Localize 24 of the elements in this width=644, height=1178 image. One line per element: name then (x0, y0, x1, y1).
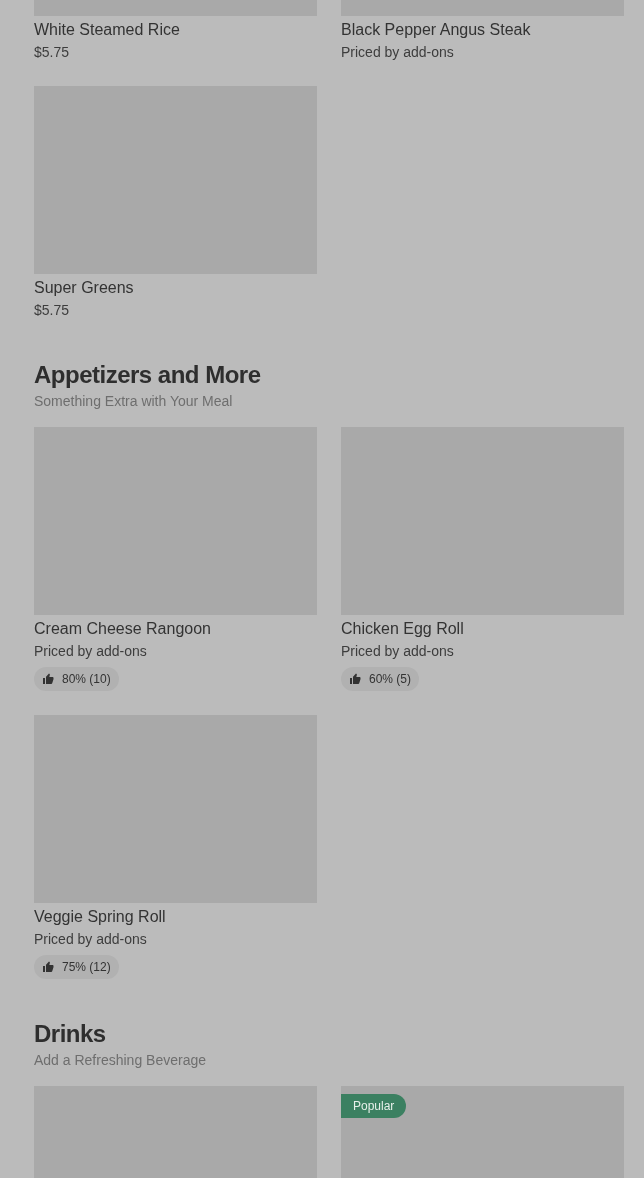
section-title: Appetizers and More (34, 360, 262, 390)
item-name: Black Pepper Angus Steak (341, 20, 532, 40)
item-price: Priced by add-ons (34, 930, 148, 949)
image-placeholder[interactable]: Popular (341, 1086, 624, 1178)
section-subtitle: Add a Refreshing Beverage (34, 1051, 207, 1070)
thumbs-up-icon (42, 961, 54, 973)
item-name: Cream Cheese Rangoon (34, 619, 212, 639)
rating-text: 80% (10) (62, 671, 111, 688)
item-name: Super Greens (34, 278, 135, 298)
item-price: $5.75 (34, 43, 71, 62)
thumbs-up-icon (42, 673, 54, 685)
item-name: Veggie Spring Roll (34, 907, 167, 927)
item-price: $5.75 (34, 301, 71, 320)
popular-badge: Popular (341, 1094, 407, 1118)
item-name: White Steamed Rice (34, 20, 181, 40)
thumbs-up-icon (349, 673, 361, 685)
rating-text: 60% (5) (369, 671, 412, 688)
rating-text: 75% (12) (62, 959, 111, 976)
section-title: Drinks (34, 1019, 107, 1049)
section-subtitle: Something Extra with Your Meal (34, 392, 234, 411)
item-price: Priced by add-ons (341, 43, 455, 62)
item-name: Chicken Egg Roll (341, 619, 465, 639)
item-price: Priced by add-ons (34, 642, 148, 661)
item-price: Priced by add-ons (341, 642, 455, 661)
